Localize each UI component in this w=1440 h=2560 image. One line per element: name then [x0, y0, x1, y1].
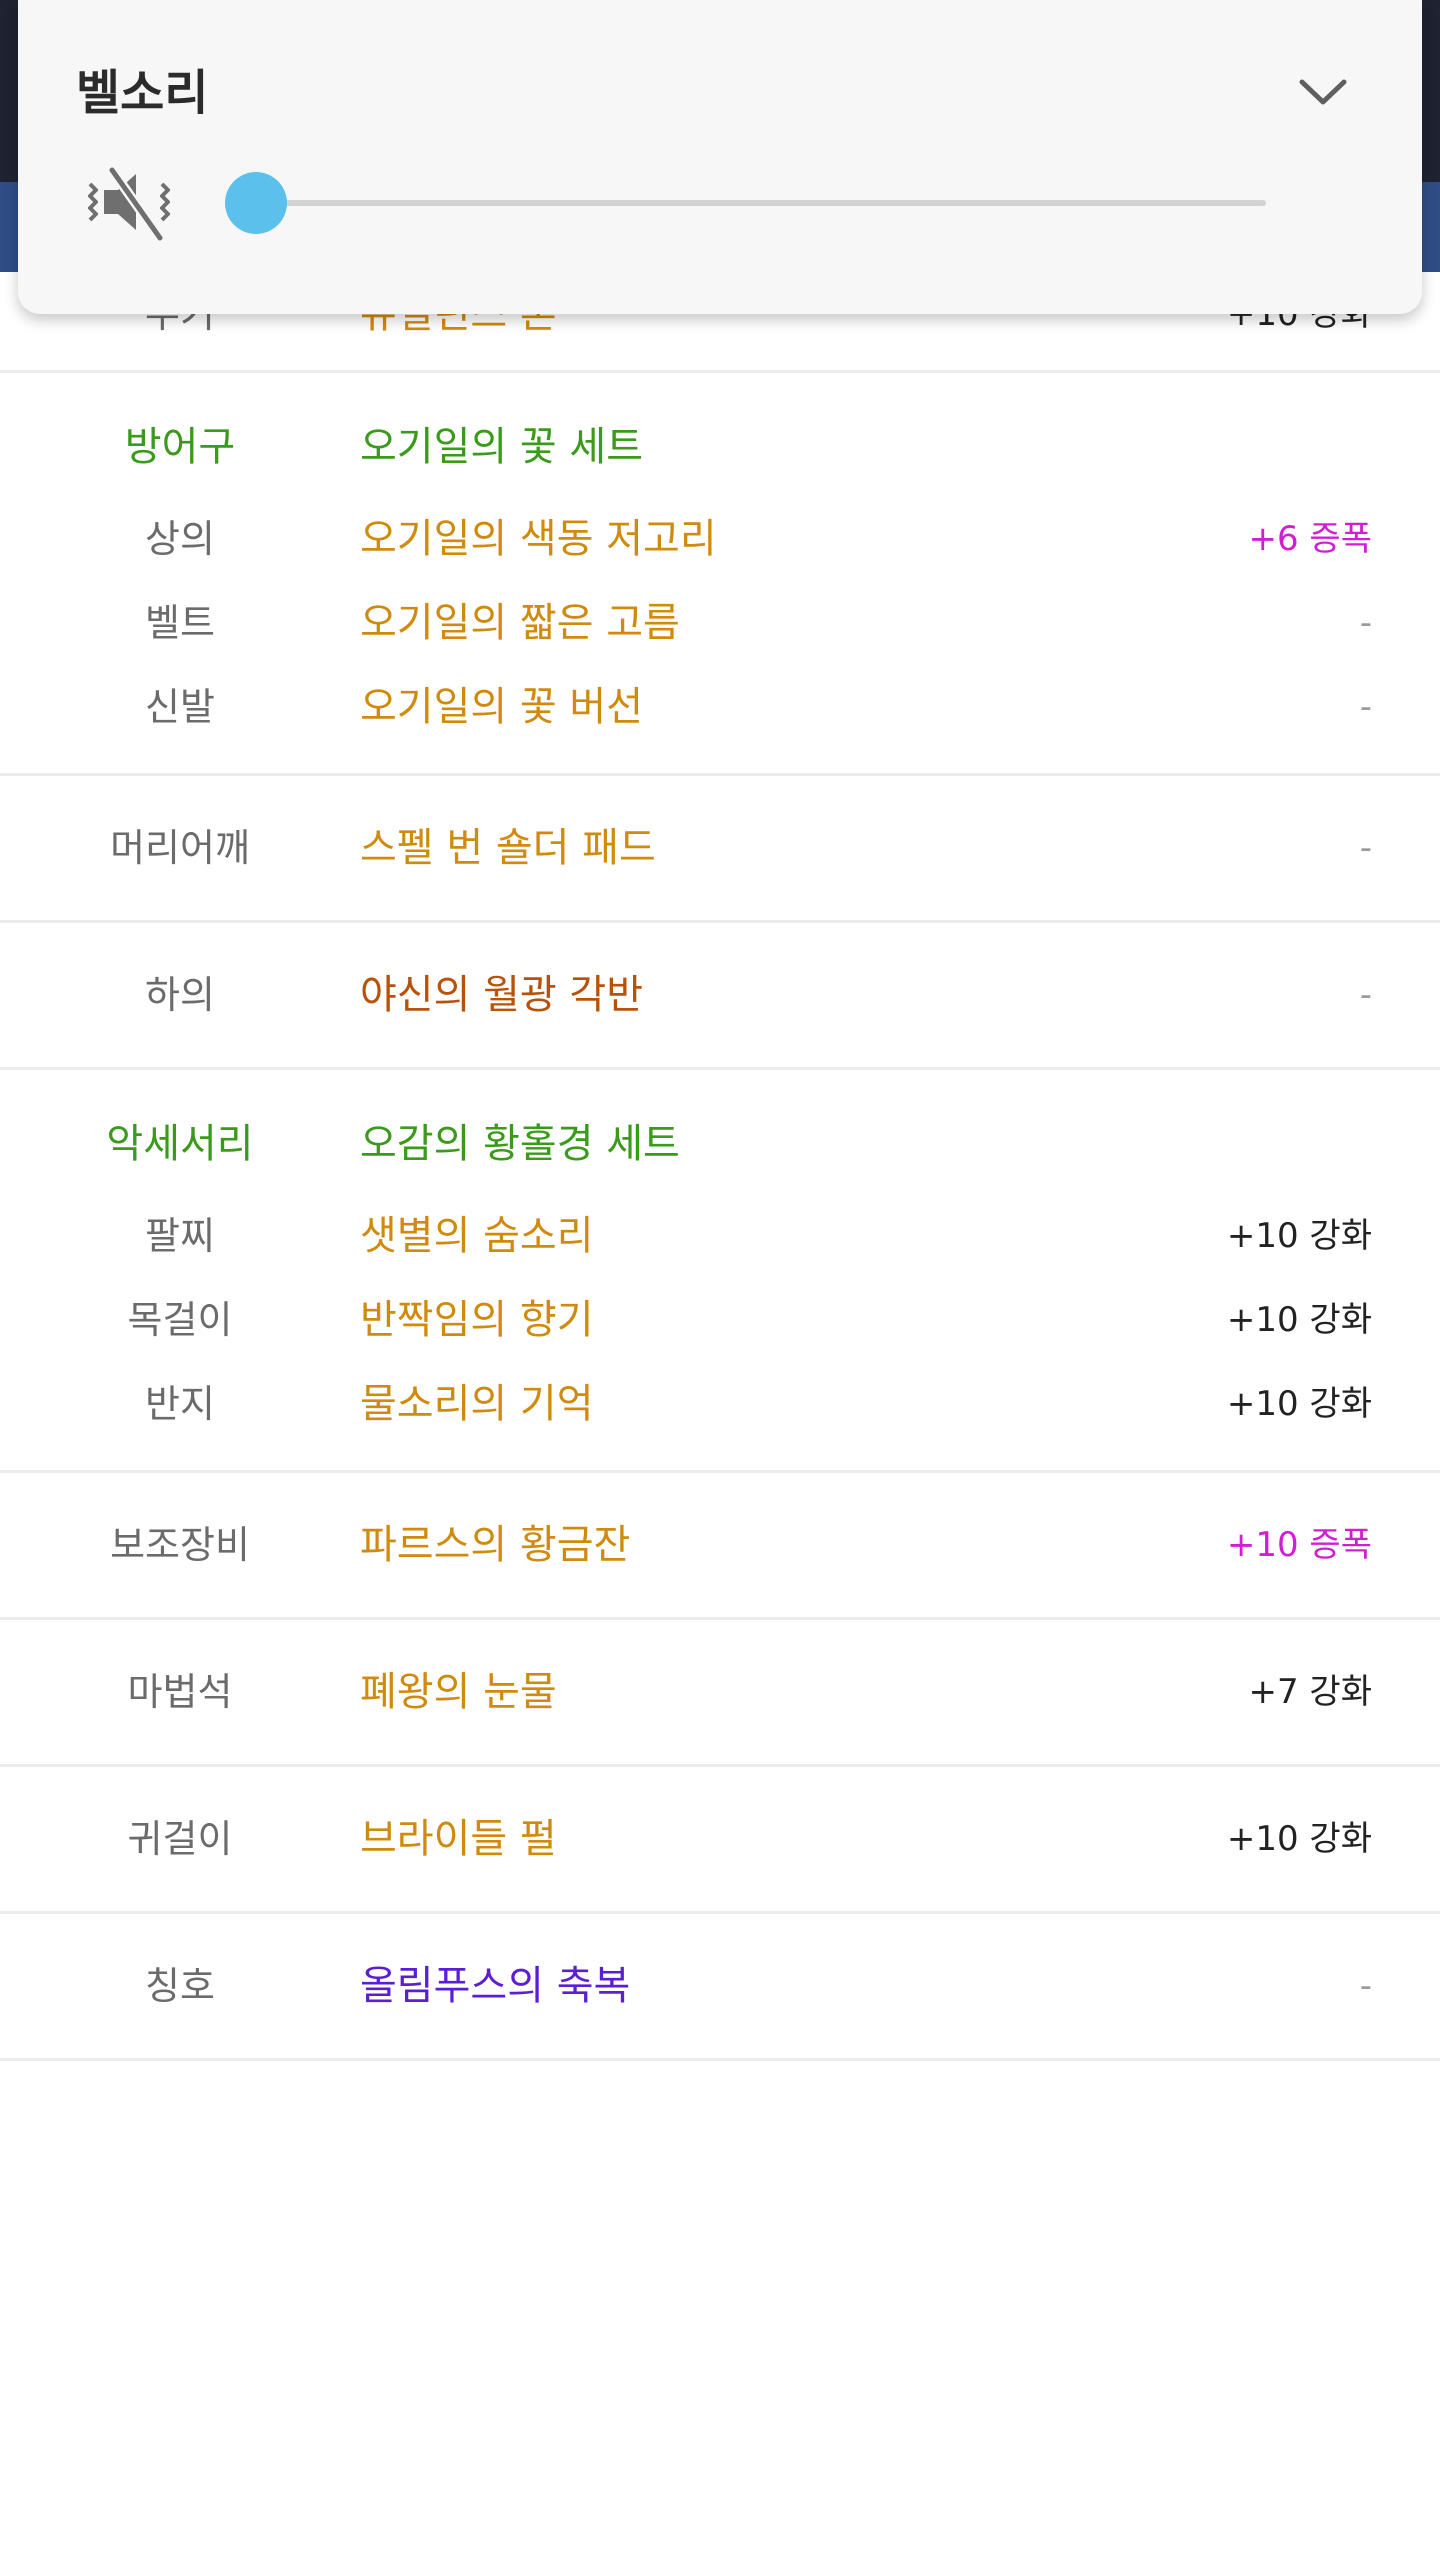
item-grade: - — [1359, 687, 1372, 727]
equipment-group-accessory-set: 악세서리 오감의 황홀경 세트 팔찌 샛별의 숨소리 +10 강화 목걸이 반짝… — [0, 1070, 1440, 1473]
slot-label: 머리어깨 — [110, 826, 250, 870]
slot-label: 팔찌 — [145, 1214, 215, 1258]
set-header-row[interactable]: 악세서리 오감의 황홀경 세트 — [0, 1094, 1440, 1194]
set-header-row[interactable]: 방어구 오기일의 꽃 세트 — [0, 397, 1440, 497]
item-grade: +6 증폭 — [1248, 519, 1373, 559]
item-name: 브라이들 펄 — [360, 1816, 557, 1862]
equipment-group-sub-weapon: 보조장비 파르스의 황금잔 +10 증폭 — [0, 1473, 1440, 1620]
equipment-row-belt[interactable]: 벨트 오기일의 짧은 고름 - — [0, 581, 1440, 665]
slot-label: 반지 — [145, 1382, 215, 1426]
volume-mute-vibrate-icon[interactable] — [82, 160, 178, 244]
slot-label: 신발 — [145, 685, 215, 729]
set-name: 오감의 황홀경 세트 — [360, 1121, 680, 1167]
equipment-row-sub-weapon[interactable]: 보조장비 파르스의 황금잔 +10 증폭 — [0, 1503, 1440, 1587]
equipment-row-bracelet[interactable]: 팔찌 샛별의 숨소리 +10 강화 — [0, 1194, 1440, 1278]
equipment-row-shoes[interactable]: 신발 오기일의 꽃 버선 - — [0, 665, 1440, 749]
ringtone-volume-panel: 벨소리 — [18, 0, 1422, 314]
item-name: 샛별의 숨소리 — [360, 1213, 594, 1259]
equipment-group-earring: 귀걸이 브라이들 펄 +10 강화 — [0, 1767, 1440, 1914]
chevron-down-icon[interactable] — [1288, 58, 1358, 128]
equipment-group-magic-stone: 마법석 폐왕의 눈물 +7 강화 — [0, 1620, 1440, 1767]
equipment-row-pants[interactable]: 하의 야신의 월광 각반 - — [0, 953, 1440, 1037]
equipment-group-title: 칭호 올림푸스의 축복 - — [0, 1914, 1440, 2061]
slot-label: 상의 — [145, 517, 215, 561]
slot-label: 하의 — [145, 973, 215, 1017]
equipment-row-ring[interactable]: 반지 물소리의 기억 +10 강화 — [0, 1362, 1440, 1446]
equipment-row-magic-stone[interactable]: 마법석 폐왕의 눈물 +7 강화 — [0, 1650, 1440, 1734]
equipment-row-earring[interactable]: 귀걸이 브라이들 펄 +10 강화 — [0, 1797, 1440, 1881]
equipment-row-top[interactable]: 상의 오기일의 색동 저고리 +6 증폭 — [0, 497, 1440, 581]
item-name: 오기일의 짧은 고름 — [360, 600, 680, 646]
item-grade: +10 강화 — [1226, 1216, 1372, 1256]
equipment-row-shoulder[interactable]: 머리어깨 스펠 번 숄더 패드 - — [0, 806, 1440, 890]
equipment-row-title[interactable]: 칭호 올림푸스의 축복 - — [0, 1944, 1440, 2028]
item-name: 오기일의 꽃 버선 — [360, 684, 644, 730]
volume-slider-thumb[interactable] — [225, 172, 287, 234]
equipment-group-armor-set: 방어구 오기일의 꽃 세트 상의 오기일의 색동 저고리 +6 증폭 벨트 오기… — [0, 373, 1440, 776]
item-grade: +10 강화 — [1226, 1384, 1372, 1424]
volume-slider-track[interactable] — [256, 200, 1266, 206]
item-name: 오기일의 색동 저고리 — [360, 516, 717, 562]
item-name: 반짝임의 향기 — [360, 1297, 594, 1343]
item-grade: +7 강화 — [1248, 1672, 1373, 1712]
item-name: 물소리의 기억 — [360, 1381, 594, 1427]
item-name: 파르스의 황금잔 — [360, 1522, 631, 1568]
item-grade: - — [1359, 975, 1372, 1015]
item-grade: +10 강화 — [1226, 1819, 1372, 1859]
set-name: 오기일의 꽃 세트 — [360, 424, 644, 470]
equipment-list: 무기 쥬빌런스 혼 +10 강화 방어구 오기일의 꽃 세트 상의 오기일의 색… — [0, 272, 1440, 2061]
item-grade: +10 증폭 — [1226, 1525, 1372, 1565]
slot-label: 악세서리 — [106, 1121, 254, 1167]
equipment-group-shoulder: 머리어깨 스펠 번 숄더 패드 - — [0, 776, 1440, 923]
equipment-group-pants: 하의 야신의 월광 각반 - — [0, 923, 1440, 1070]
item-grade: - — [1359, 1966, 1372, 2006]
item-name: 올림푸스의 축복 — [360, 1963, 631, 2009]
volume-panel-title: 벨소리 — [76, 65, 209, 121]
item-grade: +10 강화 — [1226, 1300, 1372, 1340]
equipment-row-necklace[interactable]: 목걸이 반짝임의 향기 +10 강화 — [0, 1278, 1440, 1362]
slot-label: 마법석 — [127, 1670, 233, 1714]
slot-label: 귀걸이 — [127, 1817, 233, 1861]
slot-label: 보조장비 — [110, 1523, 250, 1567]
slot-label: 방어구 — [124, 424, 236, 470]
item-grade: - — [1359, 828, 1372, 868]
item-name: 야신의 월광 각반 — [360, 972, 644, 1018]
item-name: 스펠 번 숄더 패드 — [360, 825, 656, 871]
slot-label: 벨트 — [145, 601, 215, 645]
item-grade: - — [1359, 603, 1372, 643]
item-name: 폐왕의 눈물 — [360, 1669, 557, 1715]
slot-label: 칭호 — [145, 1964, 215, 2008]
slot-label: 목걸이 — [127, 1298, 233, 1342]
